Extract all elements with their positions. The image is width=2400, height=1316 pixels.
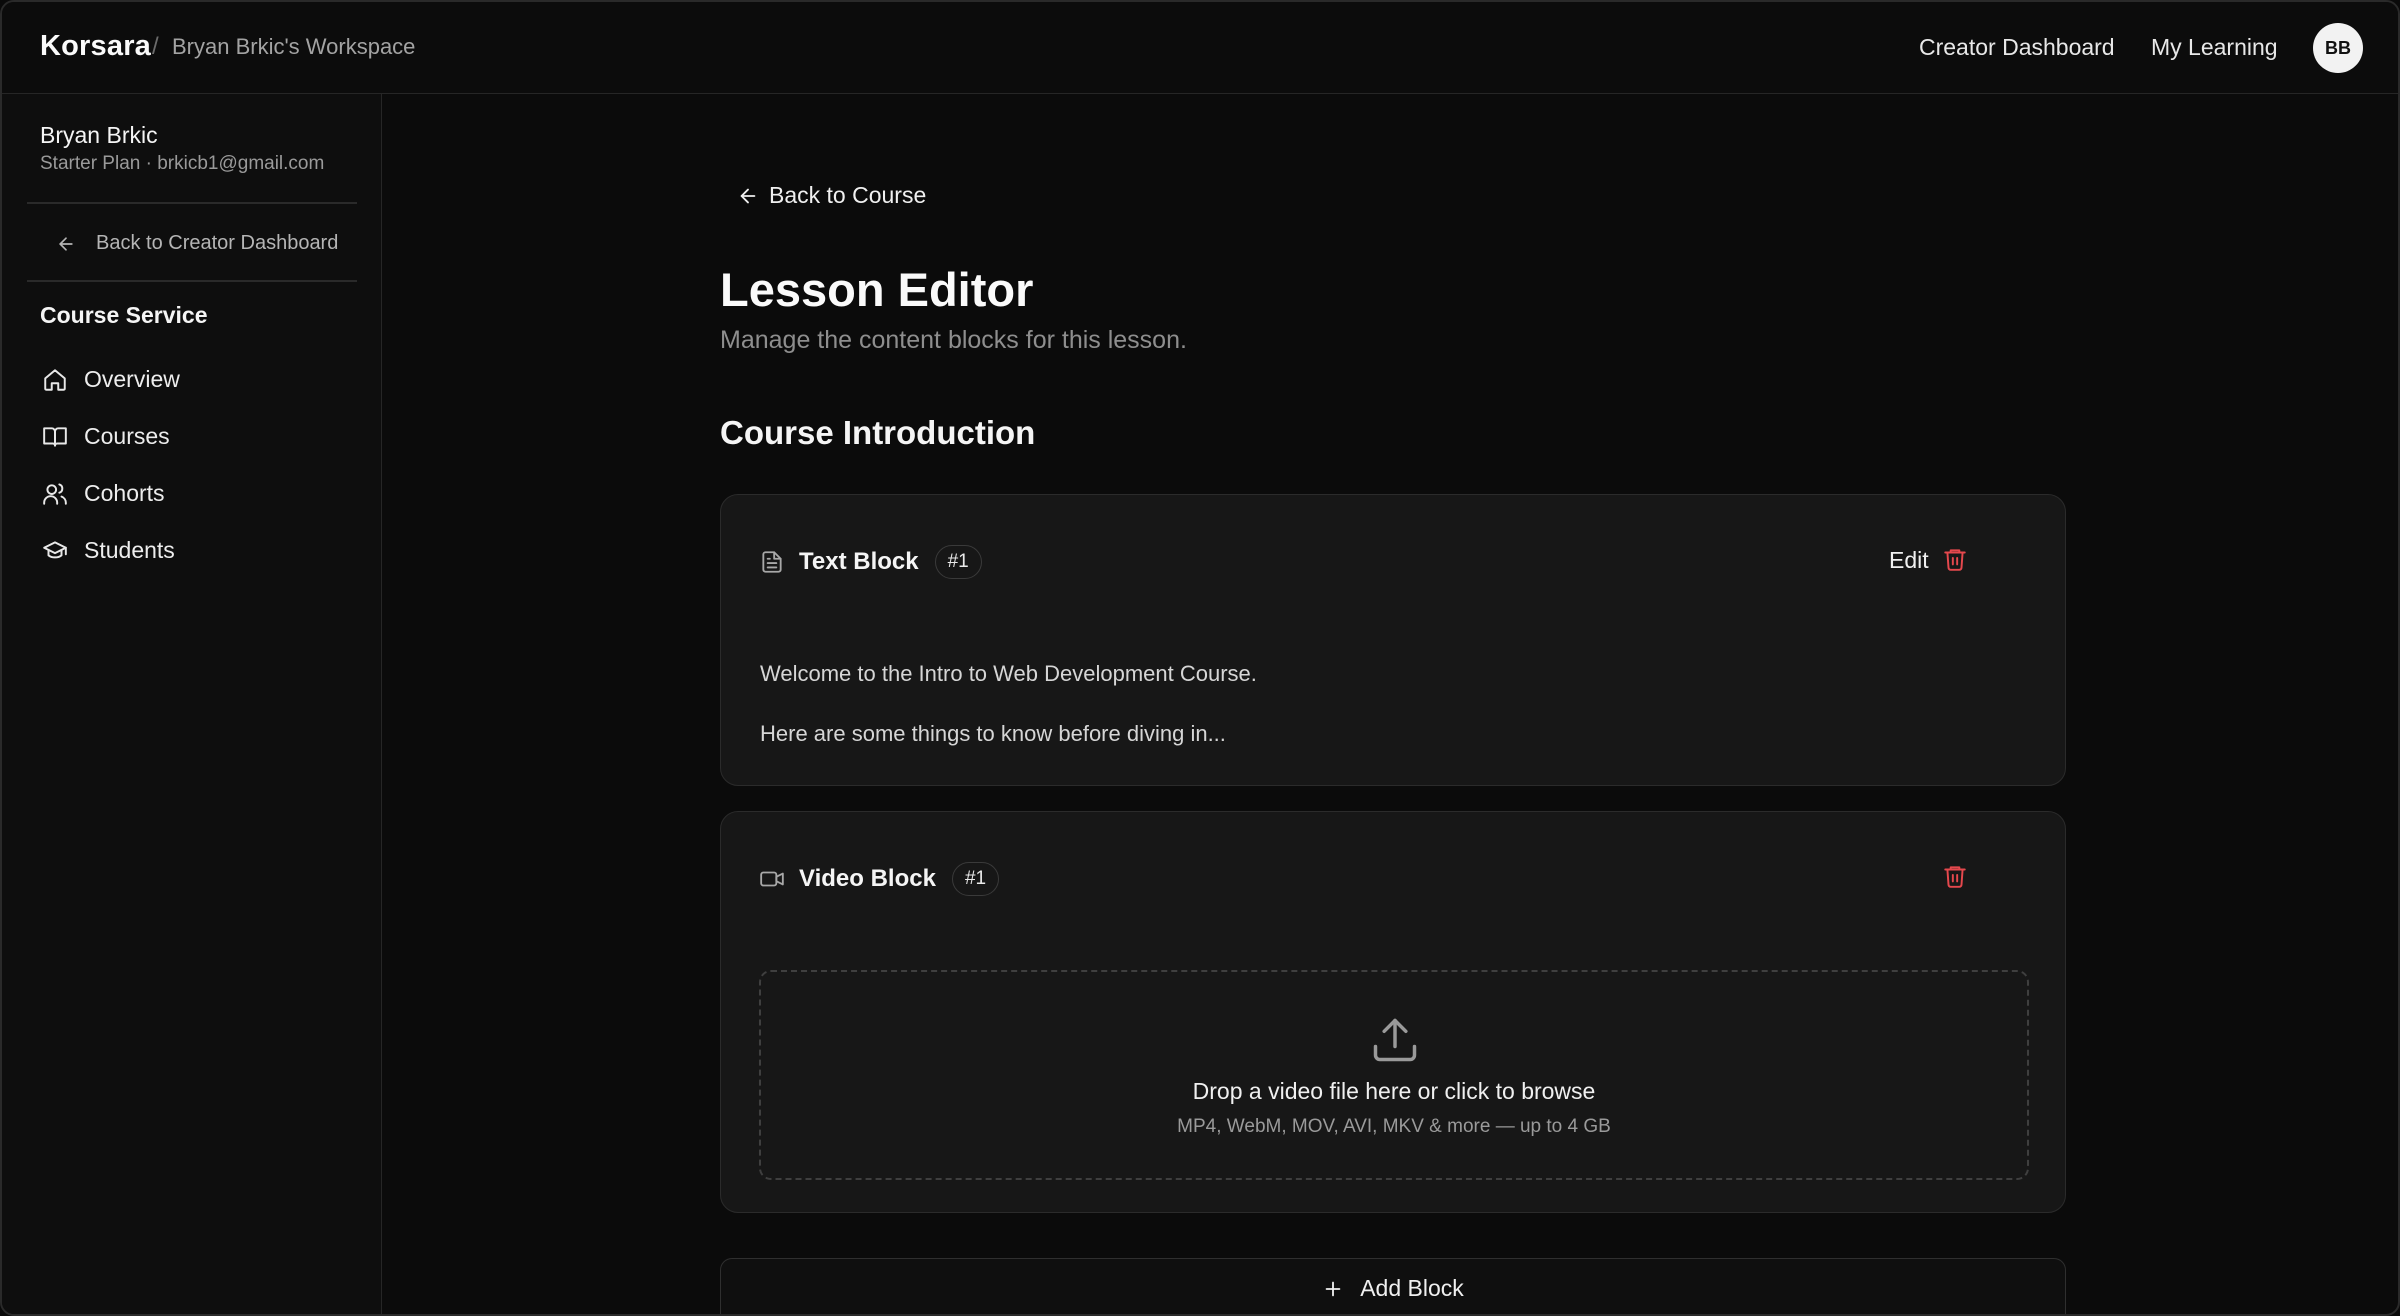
- text-block-card: Text Block #1 Edit Welcome to the Intro …: [720, 494, 2066, 786]
- lesson-title: Course Introduction: [720, 414, 1036, 451]
- add-block-label: Add Block: [1360, 1275, 1464, 1301]
- block-header: Video Block #1: [759, 862, 1000, 896]
- sidebar-item-label: Students: [84, 537, 175, 563]
- block-text-line: Here are some things to know before divi…: [760, 721, 1226, 746]
- block-number-badge: #1: [951, 862, 1000, 896]
- trash-icon: [1944, 549, 1966, 571]
- dropzone-subtitle: MP4, WebM, MOV, AVI, MKV & more — up to …: [1177, 1116, 1611, 1137]
- page-title: Lesson Editor: [720, 263, 1034, 316]
- user-plan: Starter Plan · brkicb1@gmail.com: [40, 153, 325, 174]
- workspace-name[interactable]: Bryan Brkic's Workspace: [172, 34, 415, 60]
- home-icon: [44, 368, 66, 391]
- video-icon: [760, 871, 784, 887]
- sidebar: Bryan Brkic Starter Plan · brkicb1@gmail…: [2, 94, 382, 1314]
- edit-button[interactable]: Edit: [1889, 547, 1929, 574]
- sidebar-divider: [27, 202, 357, 204]
- app-window: Korsara / Bryan Brkic's Workspace Creato…: [0, 0, 2400, 1316]
- sidebar-item-cohorts[interactable]: Cohorts: [42, 480, 165, 507]
- nav-creator-dashboard[interactable]: Creator Dashboard: [1919, 34, 2115, 61]
- block-type-label: Text Block: [799, 548, 919, 575]
- document-icon: [762, 551, 782, 573]
- sidebar-item-students[interactable]: Students: [42, 537, 175, 564]
- block-header: Text Block #1: [759, 545, 982, 579]
- delete-button[interactable]: [1939, 860, 1971, 892]
- user-name: Bryan Brkic: [40, 122, 158, 148]
- avatar[interactable]: BB: [2313, 23, 2363, 73]
- block-text-line: Welcome to the Intro to Web Development …: [760, 661, 1257, 686]
- block-type-label: Video Block: [799, 865, 936, 892]
- brand-logo[interactable]: Korsara: [40, 30, 151, 63]
- arrow-left-icon: [59, 236, 73, 251]
- page-subtitle: Manage the content blocks for this lesso…: [720, 326, 1187, 354]
- sidebar-item-label: Cohorts: [84, 480, 165, 506]
- back-to-creator-dashboard-link[interactable]: Back to Creator Dashboard: [56, 232, 338, 255]
- sidebar-item-overview[interactable]: Overview: [42, 366, 180, 393]
- sidebar-item-label: Courses: [84, 423, 170, 449]
- sidebar-item-courses[interactable]: Courses: [42, 423, 170, 450]
- back-to-course-link[interactable]: Back to Course: [737, 182, 926, 209]
- breadcrumb-separator: /: [152, 33, 159, 60]
- sidebar-item-label: Overview: [84, 366, 180, 392]
- main-content: Back to Course Lesson Editor Manage the …: [384, 94, 2398, 1314]
- nav-my-learning[interactable]: My Learning: [2151, 34, 2278, 61]
- plus-icon: [1325, 1281, 1341, 1296]
- back-to-course-label: Back to Course: [769, 182, 927, 208]
- trash-icon: [1944, 866, 1966, 888]
- upload-icon: [1373, 1018, 1417, 1062]
- graduation-cap-icon: [43, 540, 67, 558]
- delete-button[interactable]: [1939, 543, 1971, 575]
- sidebar-section-title: Course Service: [40, 302, 208, 328]
- video-dropzone[interactable]: Drop a video file here or click to brows…: [759, 970, 2029, 1180]
- users-icon: [43, 482, 67, 505]
- book-icon: [43, 426, 67, 447]
- add-block-button[interactable]: Add Block: [720, 1258, 2066, 1314]
- top-bar: Korsara / Bryan Brkic's Workspace Creato…: [2, 2, 2398, 94]
- arrow-left-icon: [740, 188, 756, 203]
- sidebar-divider: [27, 280, 357, 282]
- video-block-card: Video Block #1 Drop a video file here or…: [720, 811, 2066, 1213]
- back-to-creator-dashboard-label: Back to Creator Dashboard: [96, 232, 339, 254]
- dropzone-title: Drop a video file here or click to brows…: [1192, 1078, 1596, 1104]
- block-number-badge: #1: [934, 545, 982, 579]
